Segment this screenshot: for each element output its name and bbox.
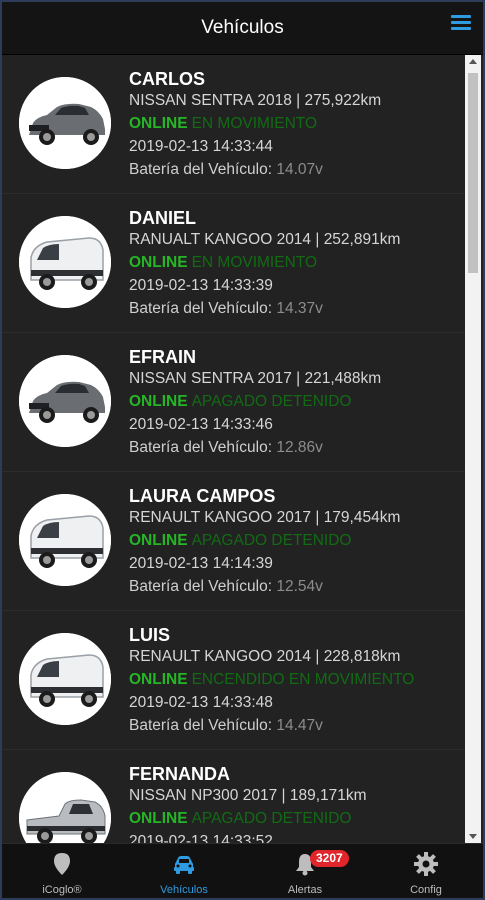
last-update-time: 2019-02-13 14:33:39 <box>129 277 273 294</box>
vehicle-item-carlos[interactable]: CARLOS NISSAN SENTRA 2018 | 275,922km ON… <box>2 55 465 194</box>
vehicle-status: ONLINE APAGADO DETENIDO <box>129 809 465 832</box>
vehicle-model: RANUALT KANGOO 2014 | 252,891km <box>129 231 401 248</box>
motion-state: APAGADO DETENIDO <box>191 393 352 410</box>
vehicle-info: LAURA CAMPOS RENAULT KANGOO 2017 | 179,4… <box>129 486 465 599</box>
last-update-time: 2019-02-13 14:14:39 <box>129 555 273 572</box>
vehicle-item-luis[interactable]: LUIS RENAULT KANGOO 2014 | 228,818km ONL… <box>2 611 465 750</box>
tab-label: Vehículos <box>160 884 208 896</box>
vehicle-info: CARLOS NISSAN SENTRA 2018 | 275,922km ON… <box>129 69 465 182</box>
battery-value: 12.86v <box>276 439 323 456</box>
motion-state: ENCENDIDO EN MOVIMIENTO <box>191 671 415 688</box>
online-status: ONLINE <box>129 254 188 271</box>
battery-row: Batería del Vehículo: 14.37v <box>129 299 465 321</box>
tab-config[interactable]: Config <box>366 844 483 898</box>
scroll-up-arrow-icon[interactable] <box>469 59 477 64</box>
online-status: ONLINE <box>129 532 188 549</box>
tab-label: iCoglo® <box>42 884 82 896</box>
vehicle-model: RENAULT KANGOO 2017 | 179,454km <box>129 509 401 526</box>
vehicle-model: NISSAN SENTRA 2018 | 275,922km <box>129 92 382 109</box>
battery-label: Batería del Vehículo: <box>129 161 277 178</box>
online-status: ONLINE <box>129 671 188 688</box>
vehicle-info: LUIS RENAULT KANGOO 2014 | 228,818km ONL… <box>129 625 465 738</box>
page-title: Vehículos <box>201 17 284 38</box>
battery-value: 14.37v <box>276 300 323 317</box>
battery-row: Batería del Vehículo: 14.47v <box>129 716 465 738</box>
vehicle-photo-sedan <box>19 77 111 169</box>
motion-state: APAGADO DETENIDO <box>191 810 352 827</box>
vehicle-status: ONLINE EN MOVIMIENTO <box>129 114 465 137</box>
motion-state: EN MOVIMIENTO <box>191 115 318 132</box>
tab-label: Config <box>410 884 442 896</box>
vehicle-status: ONLINE ENCENDIDO EN MOVIMIENTO <box>129 670 465 693</box>
battery-row: Batería del Vehículo: 12.54v <box>129 577 465 599</box>
vehicle-item-fernanda[interactable]: FERNANDA NISSAN NP300 2017 | 189,171km O… <box>2 750 465 843</box>
battery-value: 14.47v <box>276 717 323 734</box>
alerts-count-badge: 3207 <box>310 850 349 867</box>
battery-value: 12.54v <box>276 578 323 595</box>
last-update-time: 2019-02-13 14:33:44 <box>129 138 273 155</box>
vehicle-photo-pickup <box>19 772 111 843</box>
scrollbar-thumb[interactable] <box>468 73 478 273</box>
online-status: ONLINE <box>129 810 188 827</box>
driver-name: LUIS <box>129 625 171 645</box>
motion-state: EN MOVIMIENTO <box>191 254 318 271</box>
hamburger-menu-icon[interactable] <box>451 15 471 31</box>
driver-name: EFRAIN <box>129 347 196 367</box>
tab-label: Alertas <box>287 884 323 896</box>
vehicle-status: ONLINE APAGADO DETENIDO <box>129 392 465 415</box>
online-status: ONLINE <box>129 393 188 410</box>
battery-label: Batería del Vehículo: <box>129 717 277 734</box>
tab-icoglo[interactable]: iCoglo® <box>2 844 122 898</box>
online-status: ONLINE <box>129 115 188 132</box>
app-frame: Vehículos CARLOS NISSAN SENTRA 2018 | 27… <box>0 0 485 900</box>
last-update-time: 2019-02-13 14:33:52 <box>129 833 273 843</box>
app-header: Vehículos <box>2 2 483 55</box>
vehicle-photo-sedan <box>19 355 111 447</box>
battery-label: Batería del Vehículo: <box>129 578 277 595</box>
tab-alertas[interactable]: 3207 Alertas <box>245 844 365 898</box>
vehicle-status: ONLINE APAGADO DETENIDO <box>129 531 465 554</box>
vehicle-model: NISSAN SENTRA 2017 | 221,488km <box>129 370 382 387</box>
battery-label: Batería del Vehículo: <box>129 300 277 317</box>
vehicle-photo-van <box>19 216 111 308</box>
last-update-time: 2019-02-13 14:33:46 <box>129 416 273 433</box>
vehicle-item-efrain[interactable]: EFRAIN NISSAN SENTRA 2017 | 221,488km ON… <box>2 333 465 472</box>
bottom-tab-bar: iCoglo® Vehículos 3207 Alertas Config <box>2 843 483 898</box>
battery-label: Batería del Vehículo: <box>129 439 277 456</box>
vehicle-list[interactable]: CARLOS NISSAN SENTRA 2018 | 275,922km ON… <box>2 55 465 843</box>
vehicle-status: ONLINE EN MOVIMIENTO <box>129 253 465 276</box>
driver-name: FERNANDA <box>129 764 230 784</box>
last-update-time: 2019-02-13 14:33:48 <box>129 694 273 711</box>
map-pin-icon <box>54 853 70 875</box>
driver-name: LAURA CAMPOS <box>129 486 276 506</box>
vertical-scrollbar[interactable] <box>465 55 481 843</box>
vehicle-info: EFRAIN NISSAN SENTRA 2017 | 221,488km ON… <box>129 347 465 460</box>
driver-name: CARLOS <box>129 69 205 89</box>
gear-icon <box>414 852 438 876</box>
vehicle-info: DANIEL RANUALT KANGOO 2014 | 252,891km O… <box>129 208 465 321</box>
tab-vehiculos[interactable]: Vehículos <box>124 844 244 898</box>
vehicle-item-daniel[interactable]: DANIEL RANUALT KANGOO 2014 | 252,891km O… <box>2 194 465 333</box>
battery-row: Batería del Vehículo: 12.86v <box>129 438 465 460</box>
vehicle-info: FERNANDA NISSAN NP300 2017 | 189,171km O… <box>129 764 465 843</box>
car-icon <box>174 856 194 874</box>
scroll-down-arrow-icon[interactable] <box>469 834 477 839</box>
vehicle-model: NISSAN NP300 2017 | 189,171km <box>129 787 367 804</box>
vehicle-photo-van <box>19 633 111 725</box>
vehicle-item-laura-campos[interactable]: LAURA CAMPOS RENAULT KANGOO 2017 | 179,4… <box>2 472 465 611</box>
motion-state: APAGADO DETENIDO <box>191 532 352 549</box>
battery-row: Batería del Vehículo: 14.07v <box>129 160 465 182</box>
vehicle-model: RENAULT KANGOO 2014 | 228,818km <box>129 648 401 665</box>
vehicle-photo-van <box>19 494 111 586</box>
driver-name: DANIEL <box>129 208 196 228</box>
battery-value: 14.07v <box>276 161 323 178</box>
